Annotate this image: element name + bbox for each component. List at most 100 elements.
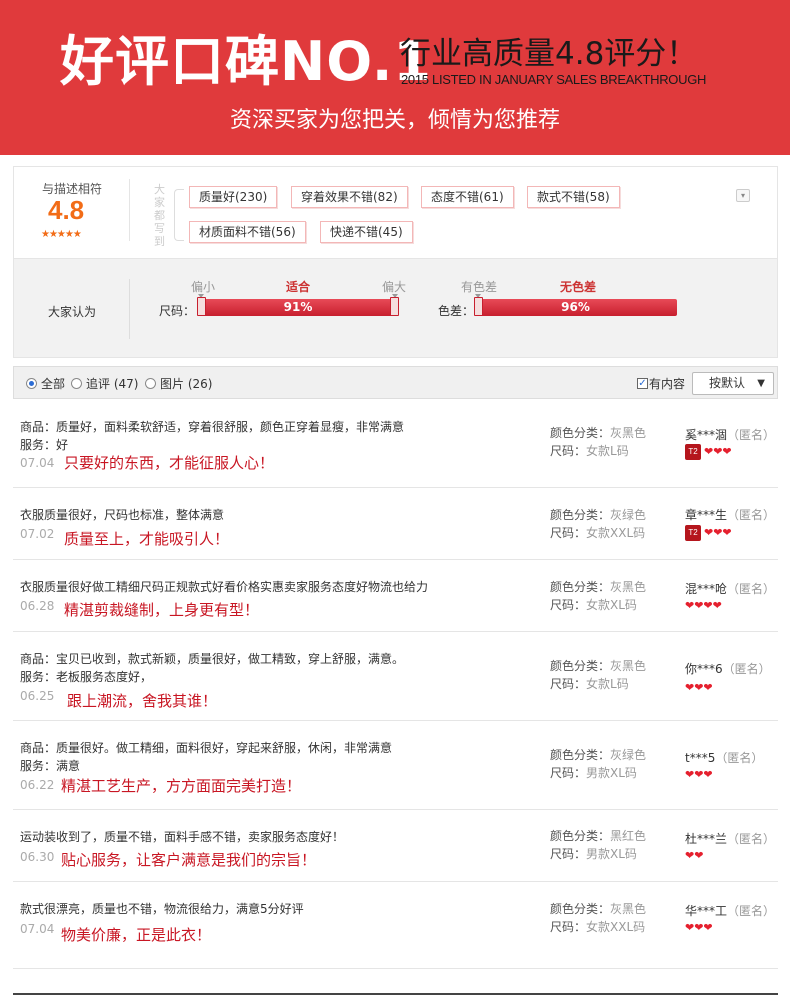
- review-sku: 颜色分类：灰黑色 尺码：女款L码: [550, 424, 646, 460]
- reviewer-nick: 你***6: [685, 662, 723, 676]
- review-content: 商品：质量好，面料柔软舒适，穿着很舒服，颜色正穿着显瘦，非常满意 服务：好: [20, 418, 404, 454]
- reviewer-level: ❤❤❤❤: [685, 600, 722, 612]
- sku-color-value: 灰绿色: [610, 748, 647, 762]
- rating-panel: 与描述相符 4.8 ★★★★★ 大家都写到 质量好(230) 穿着效果不错(82…: [13, 166, 778, 258]
- banner-title: 好评口碑NO.1: [60, 30, 432, 93]
- reviewer-nick: 章***生: [685, 508, 728, 522]
- review-line: 商品：宝贝已收到，款式新颖，质量很好，做工精致，穿上舒服，满意。: [20, 652, 405, 666]
- review-row: 款式很漂亮，质量也不错，物流很给力，满意5分好评 07.04 物美价廉，正是此衣！ 颜…: [13, 882, 778, 969]
- size-fit-value: 91%: [283, 300, 313, 314]
- review-sku: 颜色分类：黑红色 尺码：男款XL码: [550, 827, 646, 863]
- banner-subtitle: 行业高质量4.8评分！: [400, 36, 698, 72]
- heart-rating-icon: ❤❤❤: [704, 526, 732, 539]
- review-line: 服务：满意: [20, 759, 81, 773]
- reviewer-nick: 混***呛: [685, 582, 728, 596]
- review-line: 商品：质量很好。做工精细，面料很好，穿起来舒服，休闲，非常满意: [20, 741, 393, 755]
- sku-color-label: 颜色分类：: [550, 748, 611, 762]
- reviewer-level: T2 ❤❤❤: [685, 525, 732, 541]
- review-highlight: 只要好的东西，才能征服人心！: [64, 454, 275, 472]
- anonymous-tag: （匿名）: [727, 832, 776, 846]
- review-highlight: 精湛工艺生产，方方面面完美打造！: [61, 777, 302, 795]
- size-scale-right: 偏大: [382, 280, 407, 294]
- sort-select[interactable]: 按默认 ▼: [692, 372, 774, 395]
- anonymous-tag: （匿名）: [727, 428, 776, 442]
- reviewer-nick: 华***工: [685, 904, 728, 918]
- sku-color-label: 颜色分类：: [550, 580, 611, 594]
- radio-icon[interactable]: [26, 377, 37, 389]
- sku-color-label: 颜色分类：: [550, 829, 611, 843]
- filter-all[interactable]: 全部: [26, 375, 65, 391]
- review-date: 06.22: [20, 778, 55, 792]
- color-diff-value: 96%: [561, 300, 590, 314]
- review-tag[interactable]: 材质面料不错(56): [189, 221, 306, 243]
- reviewer-name[interactable]: 华***工（匿名）: [685, 902, 775, 919]
- heart-rating-icon: ❤❤❤❤: [685, 599, 722, 612]
- chevron-down-icon[interactable]: ▾: [736, 189, 750, 202]
- review-tag[interactable]: 穿着效果不错(82): [291, 186, 408, 208]
- color-label: 色差：: [438, 304, 475, 318]
- review-filter-bar: 全部 追评 (47) 图片 (26) ✓ 有内容 按默认 ▼: [13, 366, 778, 399]
- tag-bracket: [174, 189, 184, 241]
- review-line: 运动装收到了，质量不错，面料手感不错，卖家服务态度好！: [20, 830, 345, 844]
- review-row: 商品：质量很好。做工精细，面料很好，穿起来舒服，休闲，非常满意 服务：满意 06.2…: [13, 721, 778, 810]
- sku-color-value: 灰黑色: [610, 659, 647, 673]
- heart-rating-icon: ❤❤❤: [685, 921, 713, 934]
- size-scale-mid: 适合: [286, 280, 311, 294]
- review-tag[interactable]: 态度不错(61): [421, 186, 514, 208]
- review-highlight: 贴心服务，让客户满意是我们的宗旨！: [61, 851, 317, 869]
- sku-size-value: 女款XXL码: [586, 920, 646, 934]
- reviewer-level: ❤❤❤: [685, 769, 713, 781]
- review-line: 衣服质量很好做工精细尺码正规款式好看价格实惠卖家服务态度好物流也给力: [20, 580, 429, 594]
- divider: [129, 279, 130, 339]
- opinion-panel: 大家认为 偏小 适合 偏大 尺码： 91% 有色差 无色差 色差： 96%: [13, 258, 778, 358]
- radio-icon[interactable]: [71, 377, 82, 389]
- filter-images[interactable]: 图片 (26): [145, 375, 212, 391]
- reviewer-name[interactable]: 你***6（匿名）: [685, 660, 771, 677]
- review-date: 06.28: [20, 599, 55, 613]
- review-sku: 颜色分类：灰绿色 尺码：女款XXL码: [550, 506, 646, 542]
- reviewer-name[interactable]: t***5（匿名）: [685, 749, 763, 766]
- review-tag[interactable]: 款式不错(58): [527, 186, 620, 208]
- level-badge-icon: T2: [685, 444, 701, 460]
- review-line: 商品：质量好，面料柔软舒适，穿着很舒服，颜色正穿着显瘦，非常满意: [20, 420, 405, 434]
- review-content: 衣服质量很好做工精细尺码正规款式好看价格实惠卖家服务态度好物流也给力: [20, 578, 428, 596]
- review-date: 06.25: [20, 689, 55, 703]
- review-content: 商品：质量很好。做工精细，面料很好，穿起来舒服，休闲，非常满意 服务：满意: [20, 739, 392, 775]
- sku-size-value: 男款XL码: [586, 766, 637, 780]
- sku-color-label: 颜色分类：: [550, 659, 611, 673]
- sku-color-label: 颜色分类：: [550, 508, 611, 522]
- reviewer-level: T2 ❤❤❤: [685, 444, 732, 460]
- sku-color-label: 颜色分类：: [550, 426, 611, 440]
- sku-size-value: 女款L码: [586, 444, 629, 458]
- review-tag[interactable]: 质量好(230): [189, 186, 278, 208]
- reviewer-name[interactable]: 杜***兰（匿名）: [685, 830, 775, 847]
- reviewer-name[interactable]: 章***生（匿名）: [685, 506, 775, 523]
- review-content: 款式很漂亮，质量也不错，物流很给力，满意5分好评: [20, 900, 304, 918]
- sku-size-value: 女款XXL码: [586, 526, 646, 540]
- filter-followup[interactable]: 追评 (47): [71, 375, 138, 391]
- reviewer-name[interactable]: 混***呛（匿名）: [685, 580, 775, 597]
- review-highlight: 精湛剪裁缝制，上身更有型！: [64, 601, 260, 619]
- sku-size-value: 男款XL码: [586, 847, 637, 861]
- score-value: 4.8: [48, 195, 85, 225]
- sku-color-label: 颜色分类：: [550, 902, 611, 916]
- sku-color-value: 灰黑色: [610, 902, 647, 916]
- review-line: 服务：老板服务态度好，: [20, 670, 153, 684]
- heart-rating-icon: ❤❤❤: [685, 681, 713, 694]
- heart-rating-icon: ❤❤❤: [704, 445, 732, 458]
- review-highlight: 质量至上，才能吸引人！: [64, 530, 230, 548]
- review-date: 06.30: [20, 850, 55, 864]
- radio-icon[interactable]: [145, 377, 156, 389]
- anonymous-tag: （匿名）: [727, 508, 776, 522]
- has-content-filter[interactable]: ✓ 有内容: [637, 375, 685, 392]
- sku-size-label: 尺码：: [550, 444, 587, 458]
- review-row: 商品：质量好，面料柔软舒适，穿着很舒服，颜色正穿着显瘦，非常满意 服务：好 07.0…: [13, 399, 778, 488]
- review-sku: 颜色分类：灰黑色 尺码：女款XL码: [550, 578, 646, 614]
- reviewer-nick: 杜***兰: [685, 832, 728, 846]
- tag-caption: 大家都写到: [154, 183, 165, 248]
- size-scale-left: 偏小: [191, 280, 216, 294]
- review-tag[interactable]: 快递不错(45): [320, 221, 413, 243]
- reviewer-name[interactable]: 奚***涸（匿名）: [685, 426, 775, 443]
- checkbox-icon[interactable]: ✓: [637, 378, 648, 389]
- anonymous-tag: （匿名）: [727, 904, 776, 918]
